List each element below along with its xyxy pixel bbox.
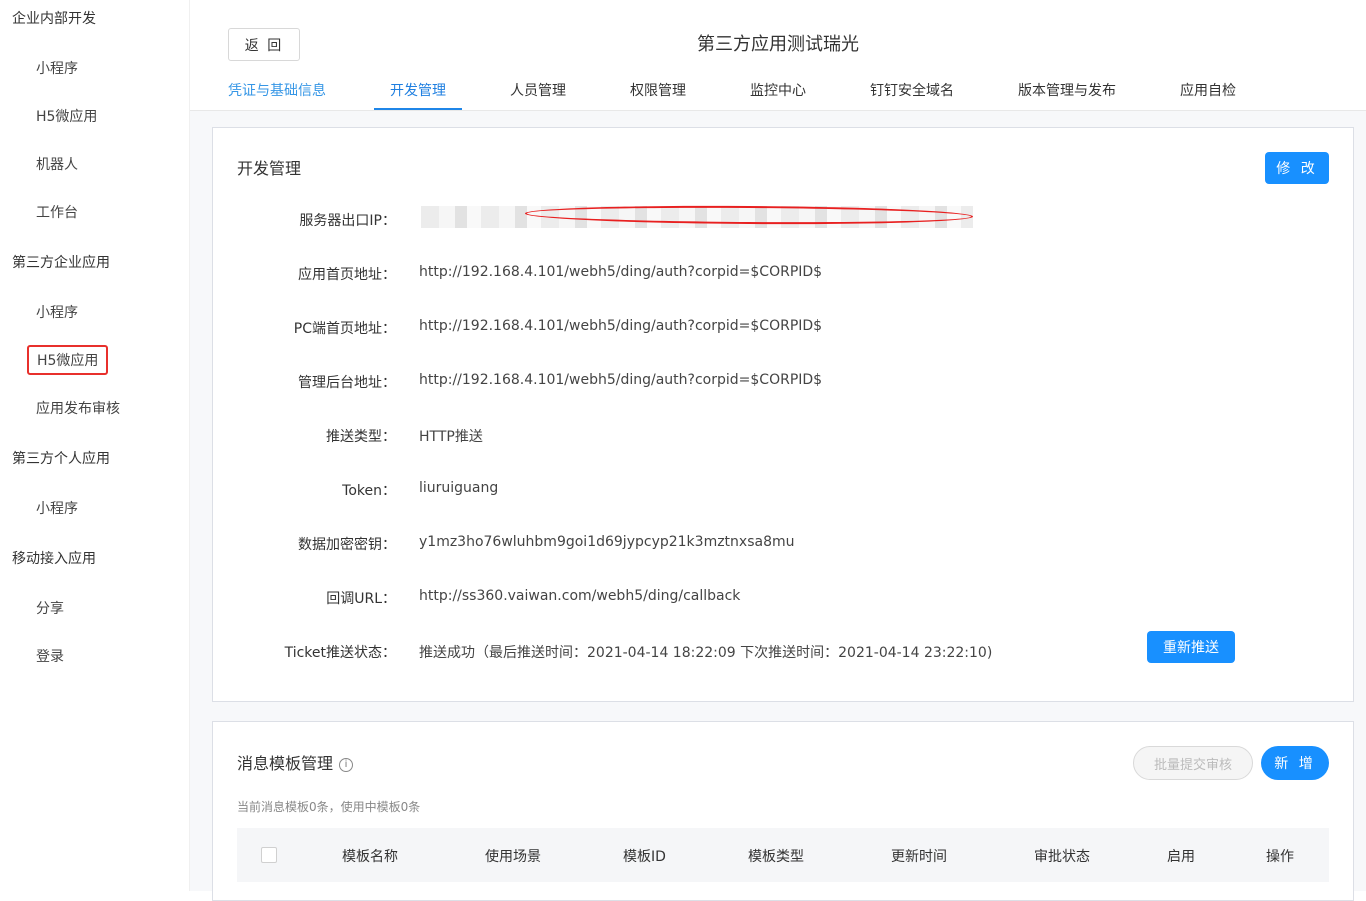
main-area: 返 回 第三方应用测试瑞光 凭证与基础信息 开发管理 人员管理 权限管理 监控中… <box>190 0 1366 901</box>
column-template-name: 模板名称 <box>342 849 398 865</box>
sidebar-group-internal[interactable]: 企业内部开发 <box>12 8 96 28</box>
sidebar-item-miniprogram[interactable]: 小程序 <box>36 58 78 78</box>
tab-self-check[interactable]: 应用自检 <box>1180 80 1236 100</box>
info-icon[interactable]: i <box>339 758 354 772</box>
column-scene: 使用场景 <box>485 849 541 865</box>
message-template-card: 消息模板管理 i 批量提交审核 新 增 当前消息模板0条，使用中模板0条 模板名称… <box>212 721 1354 901</box>
sidebar-item-h5-selected[interactable]: H5微应用 <box>27 345 109 375</box>
tab-permissions[interactable]: 权限管理 <box>630 80 686 100</box>
sidebar-group-third-personal[interactable]: 第三方个人应用 <box>12 448 110 468</box>
sidebar-item-robot[interactable]: 机器人 <box>36 154 78 174</box>
template-table-header: 模板名称 使用场景 模板ID 模板类型 更新时间 审批状态 启用 操作 <box>237 828 1329 882</box>
tab-credentials[interactable]: 凭证与基础信息 <box>228 80 326 100</box>
pc-homepage-url-value: http://192.168.4.101/webh5/ding/auth?cor… <box>419 318 823 334</box>
column-enabled: 启用 <box>1167 849 1195 865</box>
sidebar-item-miniprogram[interactable]: 小程序 <box>36 498 78 518</box>
column-template-id: 模板ID <box>623 849 666 865</box>
select-all-checkbox[interactable] <box>261 847 277 863</box>
page-title: 第三方应用测试瑞光 <box>697 34 859 55</box>
template-summary: 当前消息模板0条，使用中模板0条 <box>237 800 421 814</box>
sidebar-group-mobile[interactable]: 移动接入应用 <box>12 548 96 568</box>
sidebar-item-publish-review[interactable]: 应用发布审核 <box>36 398 120 418</box>
batch-submit-button[interactable]: 批量提交审核 <box>1133 746 1253 780</box>
encrypt-key-label: 数据加密密钥： <box>298 537 396 553</box>
server-ip-label: 服务器出口IP： <box>299 213 396 229</box>
token-value: liuruiguang <box>419 480 499 496</box>
token-label: Token： <box>342 483 396 499</box>
active-tab-indicator <box>374 108 462 110</box>
column-updated-time: 更新时间 <box>891 849 947 865</box>
tab-dev-management[interactable]: 开发管理 <box>390 80 446 100</box>
column-approval-status: 审批状态 <box>1034 849 1090 865</box>
template-title: 消息模板管理 <box>237 754 334 773</box>
homepage-url-value: http://192.168.4.101/webh5/ding/auth?cor… <box>419 264 823 280</box>
dev-management-title: 开发管理 <box>237 159 302 178</box>
callback-url-label: 回调URL： <box>326 591 396 607</box>
pc-homepage-url-label: PC端首页地址： <box>293 321 396 337</box>
sidebar-item-miniprogram[interactable]: 小程序 <box>36 302 78 322</box>
repush-button[interactable]: 重新推送 <box>1147 631 1235 663</box>
column-actions: 操作 <box>1266 849 1294 865</box>
sidebar-item-h5[interactable]: H5微应用 <box>36 106 97 126</box>
column-template-type: 模板类型 <box>748 849 804 865</box>
dev-management-card: 开发管理 修 改 服务器出口IP： 应用首页地址： http://192.168… <box>212 127 1354 702</box>
ticket-status-label: Ticket推送状态： <box>284 645 396 661</box>
template-title-wrap: 消息模板管理 i <box>237 750 354 774</box>
sidebar-item-login[interactable]: 登录 <box>36 646 64 666</box>
tab-secure-domain[interactable]: 钉钉安全域名 <box>870 80 954 100</box>
callback-url-value: http://ss360.vaiwan.com/webh5/ding/callb… <box>419 588 741 604</box>
sidebar-group-third-enterprise[interactable]: 第三方企业应用 <box>12 252 110 272</box>
sidebar-item-workbench[interactable]: 工作台 <box>36 202 78 222</box>
tab-version-release[interactable]: 版本管理与发布 <box>1018 80 1116 100</box>
ticket-status-value: 推送成功（最后推送时间：2021-04-14 18:22:09 下次推送时间：2… <box>419 645 993 661</box>
homepage-url-label: 应用首页地址： <box>298 267 396 283</box>
admin-url-value: http://192.168.4.101/webh5/ding/auth?cor… <box>419 372 823 388</box>
tab-monitoring[interactable]: 监控中心 <box>750 80 806 100</box>
tab-personnel[interactable]: 人员管理 <box>510 80 566 100</box>
top-bar: 返 回 第三方应用测试瑞光 凭证与基础信息 开发管理 人员管理 权限管理 监控中… <box>190 0 1366 111</box>
push-type-label: 推送类型： <box>326 429 396 445</box>
edit-button[interactable]: 修 改 <box>1265 152 1329 184</box>
admin-url-label: 管理后台地址： <box>298 375 396 391</box>
push-type-value: HTTP推送 <box>419 429 483 445</box>
encrypt-key-value: y1mz3ho76wluhbm9goi1d69jypcyp21k3mztnxsa… <box>419 534 795 550</box>
sidebar-item-share[interactable]: 分享 <box>36 598 64 618</box>
sidebar: 企业内部开发 小程序 H5微应用 机器人 工作台 第三方企业应用 小程序 H5微… <box>0 0 190 891</box>
add-template-button[interactable]: 新 增 <box>1261 746 1329 780</box>
